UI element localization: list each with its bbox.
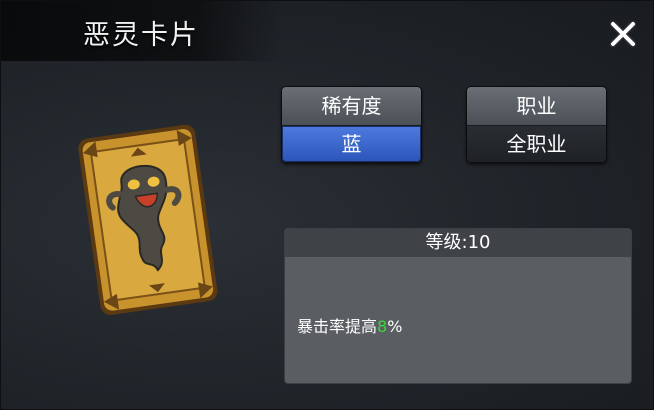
rarity-label: 稀有度 [282,87,421,126]
effect-amount: 8 [377,317,388,336]
card-detail-panel: 恶灵卡片 稀有度 蓝 职业 全职业 等级:10 暴击率提高8% [0,0,654,410]
rarity-value: 蓝 [282,126,421,162]
level-value: 10 [467,232,491,253]
level-header: 等级:10 [285,229,631,257]
close-icon[interactable] [604,15,642,53]
level-label: 等级 [425,232,462,253]
panel-title: 恶灵卡片 [83,20,199,51]
job-label: 职业 [467,87,606,126]
effect-prefix: 暴击率提高 [297,317,378,336]
effect-text: 暴击率提高8% [297,313,402,337]
job-box: 职业 全职业 [466,86,607,163]
ghost-card-icon [67,121,227,321]
job-value: 全职业 [467,126,606,162]
attribute-panel: 等级:10 暴击率提高8% [284,228,632,384]
rarity-box: 稀有度 蓝 [281,86,422,163]
effect-unit: % [387,317,403,336]
